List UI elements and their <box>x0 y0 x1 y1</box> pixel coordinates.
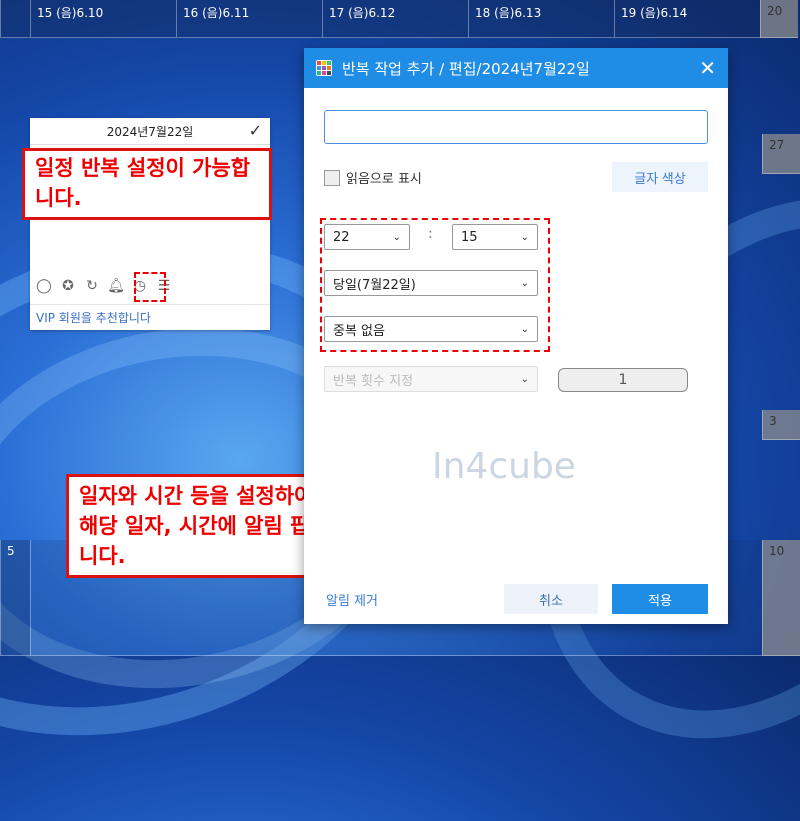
show-as-read-label: 읽음으로 표시 <box>346 172 422 187</box>
palette-icon[interactable]: ✪ <box>60 278 76 294</box>
bell-icon[interactable]: 🔔︎ <box>107 278 125 294</box>
chevron-down-icon: ⌄ <box>520 373 529 385</box>
calendar-cell[interactable]: 16 (음)6.11 <box>176 0 322 38</box>
repeat-count-stepper[interactable]: 1 <box>558 368 688 392</box>
callout-repeat: 일정 반복 설정이 가능합니다. <box>22 148 272 220</box>
watermark: In4cube <box>432 446 576 487</box>
show-as-read-checkbox[interactable] <box>324 169 340 186</box>
font-color-button[interactable]: 글자 색상 <box>612 162 708 192</box>
calendar-week-row: 27 <box>762 134 800 174</box>
repeat-task-dialog: 반복 작업 추가 / 편집/2024년7월22일 ✕ 읽음으로 표시 글자 색상… <box>304 48 728 624</box>
settings-highlight-box <box>320 218 550 352</box>
show-as-read-option[interactable]: 읽음으로 표시 <box>324 168 422 187</box>
apply-button[interactable]: 적용 <box>612 584 708 614</box>
calendar-cell[interactable]: 19 (음)6.14 <box>614 0 760 38</box>
widget-header: 2024년7월22일 ✓ <box>30 118 270 145</box>
calendar-cell[interactable]: 3 <box>762 410 800 440</box>
calendar-cell[interactable]: 17 (음)6.12 <box>322 0 468 38</box>
calendar-week-row: 15 (음)6.10 16 (음)6.11 17 (음)6.12 18 (음)6… <box>0 0 800 38</box>
dialog-titlebar: 반복 작업 추가 / 편집/2024년7월22일 ✕ <box>304 48 728 88</box>
repeat-count-select[interactable]: 반복 횟수 지정 ⌄ <box>324 366 538 392</box>
widget-date: 2024년7월22일 <box>106 124 194 139</box>
vip-recommend-link[interactable]: VIP 회원을 추천합니다 <box>30 304 270 330</box>
cancel-button[interactable]: 취소 <box>504 584 598 614</box>
calendar-cell[interactable]: 5 <box>0 540 30 656</box>
bell-highlight-box <box>134 272 166 302</box>
calendar-cell[interactable]: 10 <box>762 540 800 656</box>
calendar-cell[interactable]: 15 (음)6.10 <box>30 0 176 38</box>
task-text-input[interactable] <box>324 110 708 144</box>
repeat-icon[interactable]: ↻ <box>84 278 100 294</box>
check-circle-icon[interactable]: ◯ <box>36 278 52 294</box>
app-icon <box>316 60 332 76</box>
remove-alarm-link[interactable]: 알림 제거 <box>326 590 378 609</box>
calendar-week-row: 3 <box>762 410 800 440</box>
calendar-cell[interactable]: 27 <box>762 134 800 174</box>
calendar-cell[interactable] <box>0 0 30 38</box>
calendar-cell[interactable]: 20 <box>760 0 798 38</box>
check-icon[interactable]: ✓ <box>249 121 262 140</box>
dialog-title: 반복 작업 추가 / 편집/2024년7월22일 <box>342 59 590 78</box>
calendar-cell[interactable]: 18 (음)6.13 <box>468 0 614 38</box>
close-icon[interactable]: ✕ <box>699 56 716 80</box>
